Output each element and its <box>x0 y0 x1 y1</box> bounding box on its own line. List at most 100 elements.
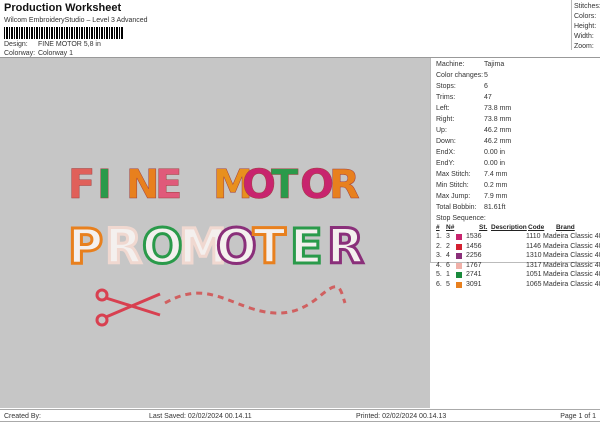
needle-number: 3 <box>446 233 450 240</box>
color-swatch <box>456 272 462 278</box>
detail-label: Left: <box>436 105 450 112</box>
detail-row: Down: 46.2 mm <box>436 138 511 145</box>
thread-brand: Madeira Classic 40 <box>543 242 600 250</box>
detail-value: 7.9 mm <box>484 193 508 200</box>
stop-row: 4. 6 1767 1317 Madeira Classic 40 <box>431 262 600 271</box>
stop-number: 6. <box>436 280 442 288</box>
needle-number: 1 <box>446 271 450 278</box>
needle-number: 4 <box>446 252 450 259</box>
stop-number: 1. <box>436 233 442 240</box>
column-header: Code <box>528 224 545 231</box>
design-value: FINE MOTOR 5,8 in <box>38 41 101 48</box>
footer: Created By: Last Saved: 02/02/2024 00.14… <box>0 409 600 422</box>
stat-row: Colors:6 <box>574 13 596 20</box>
software-name: Wilcom EmbroideryStudio – Level 3 Advanc… <box>4 17 148 24</box>
thread-code: 1146 <box>526 242 542 250</box>
detail-value: 6 <box>484 83 488 90</box>
detail-row: Left: 73.8 mm <box>436 105 511 112</box>
stat-label: Stitches: <box>574 3 600 10</box>
embroidery-design: F I NE MOT OR P R OMOT E R <box>67 162 365 327</box>
design-letter: R <box>329 162 360 208</box>
stitch-count: 2741 <box>466 271 482 278</box>
detail-value: 46.2 mm <box>484 138 512 145</box>
stop-row: 2. 2 1456 1146 Madeira Classic 40 <box>431 243 600 252</box>
stop-sequence-title: Stop Sequence: <box>436 215 486 222</box>
stop-row: 3. 4 2256 1310 Madeira Classic 40 <box>431 252 600 261</box>
detail-value: 81.61ft <box>484 204 506 211</box>
detail-label: Max Stitch: <box>436 171 471 178</box>
detail-label: Total Bobbin: <box>436 204 477 211</box>
column-header: Brand <box>556 224 575 231</box>
detail-value: 5 <box>484 72 488 79</box>
needle-number: 5 <box>446 280 450 288</box>
detail-value: Tajima <box>484 61 505 68</box>
detail-label: Up: <box>436 127 447 134</box>
detail-label: EndY: <box>436 160 455 167</box>
stat-row: Zoom:1:1 <box>574 43 594 50</box>
detail-row: Max Stitch: 7.4 mm <box>436 171 507 178</box>
detail-row: Max Jump: 7.9 mm <box>436 193 507 200</box>
detail-label: Down: <box>436 138 456 145</box>
detail-row: Right: 73.8 mm <box>436 116 511 123</box>
color-swatch <box>456 262 462 269</box>
design-name: Design: FINE MOTOR 5,8 in <box>4 41 101 48</box>
stitch-count: 1767 <box>466 261 482 269</box>
detail-row: EndY: 0.00 in <box>436 160 505 167</box>
dashed-line <box>164 285 347 315</box>
stop-row: 1. 3 1536 1110 Madeira Classic 40 <box>431 233 600 242</box>
thread-code: 1110 <box>526 233 541 240</box>
detail-label: Trims: <box>436 94 456 101</box>
detail-row: EndX: 0.00 in <box>436 149 505 156</box>
design-letter: R <box>105 219 142 275</box>
column-header: N# <box>446 224 455 231</box>
last-saved: Last Saved: 02/02/2024 00.14.11 <box>149 413 252 420</box>
design-letter: P <box>68 219 103 275</box>
details-panel: Machine: Tajima Color changes: 5 Stops: 6 Trim… <box>430 58 600 288</box>
thread-brand: Madeira Classic 40 <box>543 252 600 259</box>
detail-row: Trims: 47 <box>436 94 492 101</box>
detail-row: Color changes: 5 <box>436 72 488 79</box>
detail-row: Up: 46.2 mm <box>436 127 511 134</box>
detail-label: Stops: <box>436 83 456 90</box>
design-letter: T <box>271 162 299 208</box>
detail-value: 47 <box>484 94 492 101</box>
stitch-count: 1536 <box>466 233 482 240</box>
detail-row: Total Bobbin: 81.61ft <box>436 204 505 211</box>
stop-number: 4. <box>436 261 442 269</box>
column-header: Description <box>491 224 527 231</box>
thread-brand: Madeira Classic 40 <box>543 261 600 269</box>
design-letter: T <box>253 219 286 275</box>
stitch-count: 2256 <box>466 252 482 259</box>
stitch-count: 1456 <box>466 242 482 250</box>
detail-label: Min Stitch: <box>436 182 469 189</box>
color-swatch <box>456 253 462 259</box>
needle-number: 6 <box>446 261 450 269</box>
colorway: Colorway: Colorway 1 <box>4 50 73 57</box>
thread-code: 1051 <box>526 271 542 278</box>
stat-label: Zoom: <box>574 43 594 50</box>
stop-number: 2. <box>436 242 442 250</box>
design-letter: O <box>216 219 257 275</box>
color-swatch <box>456 234 462 240</box>
detail-label: EndX: <box>436 149 456 156</box>
needle-number: 2 <box>446 242 450 250</box>
thread-brand: Madeira Classic 40 <box>543 280 600 288</box>
design-preview: FINE MOTOR PROMOTER <box>0 58 430 408</box>
page-title: Production Worksheet <box>4 2 122 14</box>
stat-label: Colors: <box>574 13 597 20</box>
detail-label: Max Jump: <box>436 193 471 200</box>
detail-row: Machine: Tajima <box>436 61 504 68</box>
detail-value: 46.2 mm <box>484 127 512 134</box>
detail-value: 0.00 in <box>484 149 506 156</box>
colorway-value: Colorway 1 <box>38 50 74 57</box>
detail-label: Color changes: <box>436 72 484 79</box>
design-letter: R <box>327 219 364 275</box>
worksheet-header: Production Worksheet Wilcom EmbroiderySt… <box>0 0 600 58</box>
stat-row: Stitches:12849 <box>574 3 600 10</box>
thread-code: 1317 <box>526 261 542 269</box>
color-swatch <box>456 281 462 288</box>
design-letter: I <box>97 162 112 208</box>
color-swatch <box>456 243 462 250</box>
detail-value: 0.00 in <box>484 160 506 167</box>
column-header: St. <box>479 224 488 231</box>
